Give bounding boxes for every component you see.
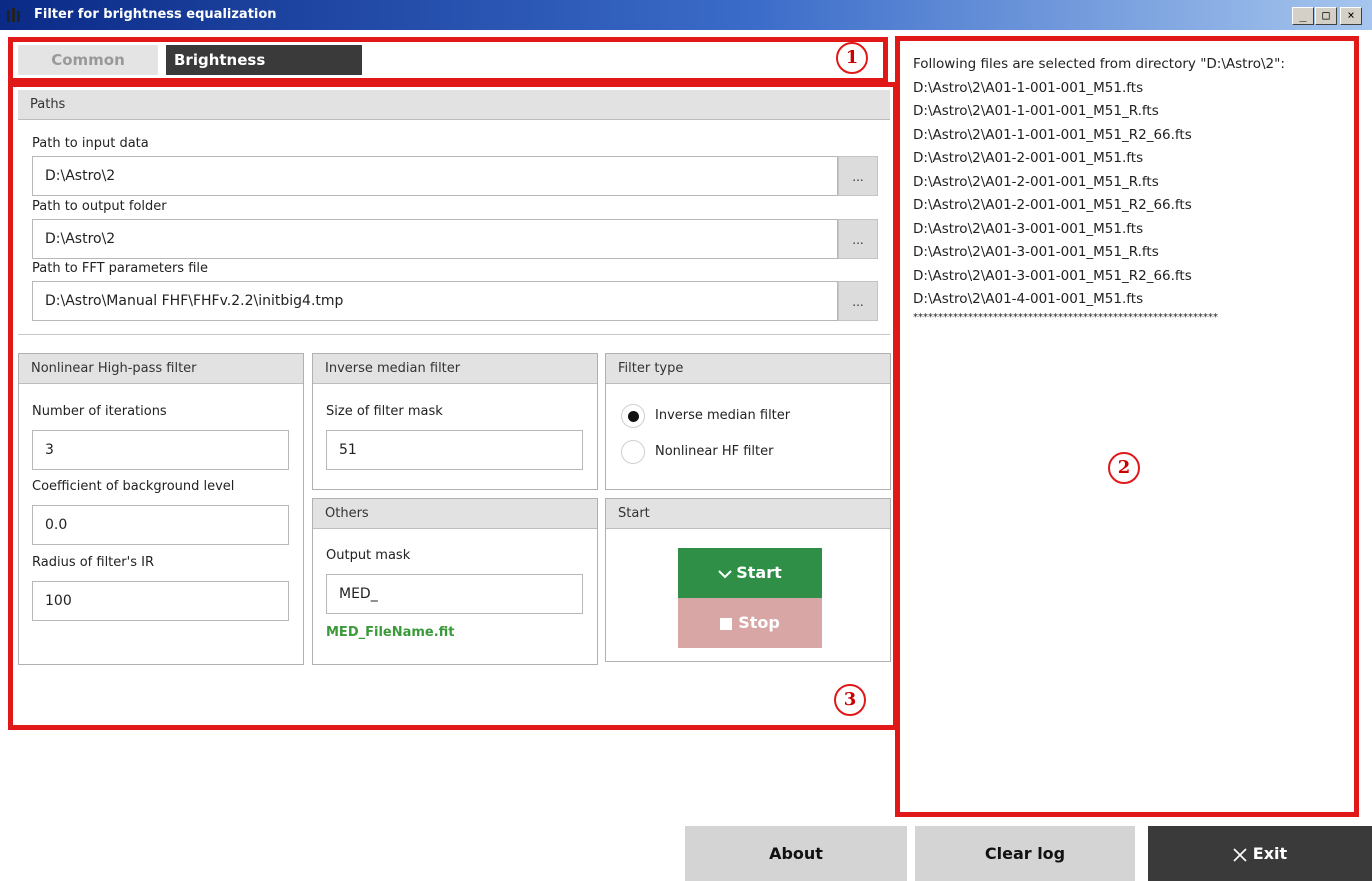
exit-button[interactable]: Exit [1148,826,1372,881]
minimize-button[interactable]: _ [1292,7,1314,25]
annotation-frame-2 [895,36,1359,817]
annotation-marker-1: 1 [836,42,868,74]
close-window-button[interactable]: × [1340,7,1362,25]
clear-log-button[interactable]: Clear log [915,826,1135,881]
title-bar: Filter for brightness equalization _ □ × [0,0,1372,30]
about-button[interactable]: About [685,826,907,881]
maximize-button[interactable]: □ [1315,7,1337,25]
exit-button-label: Exit [1252,844,1288,863]
annotation-marker-3: 3 [834,684,866,716]
annotation-frame-3 [8,82,898,730]
app-icon [7,8,20,22]
window-title: Filter for brightness equalization [34,7,277,22]
close-icon [1233,847,1247,862]
annotation-frame-1 [8,37,888,83]
annotation-marker-2: 2 [1108,452,1140,484]
